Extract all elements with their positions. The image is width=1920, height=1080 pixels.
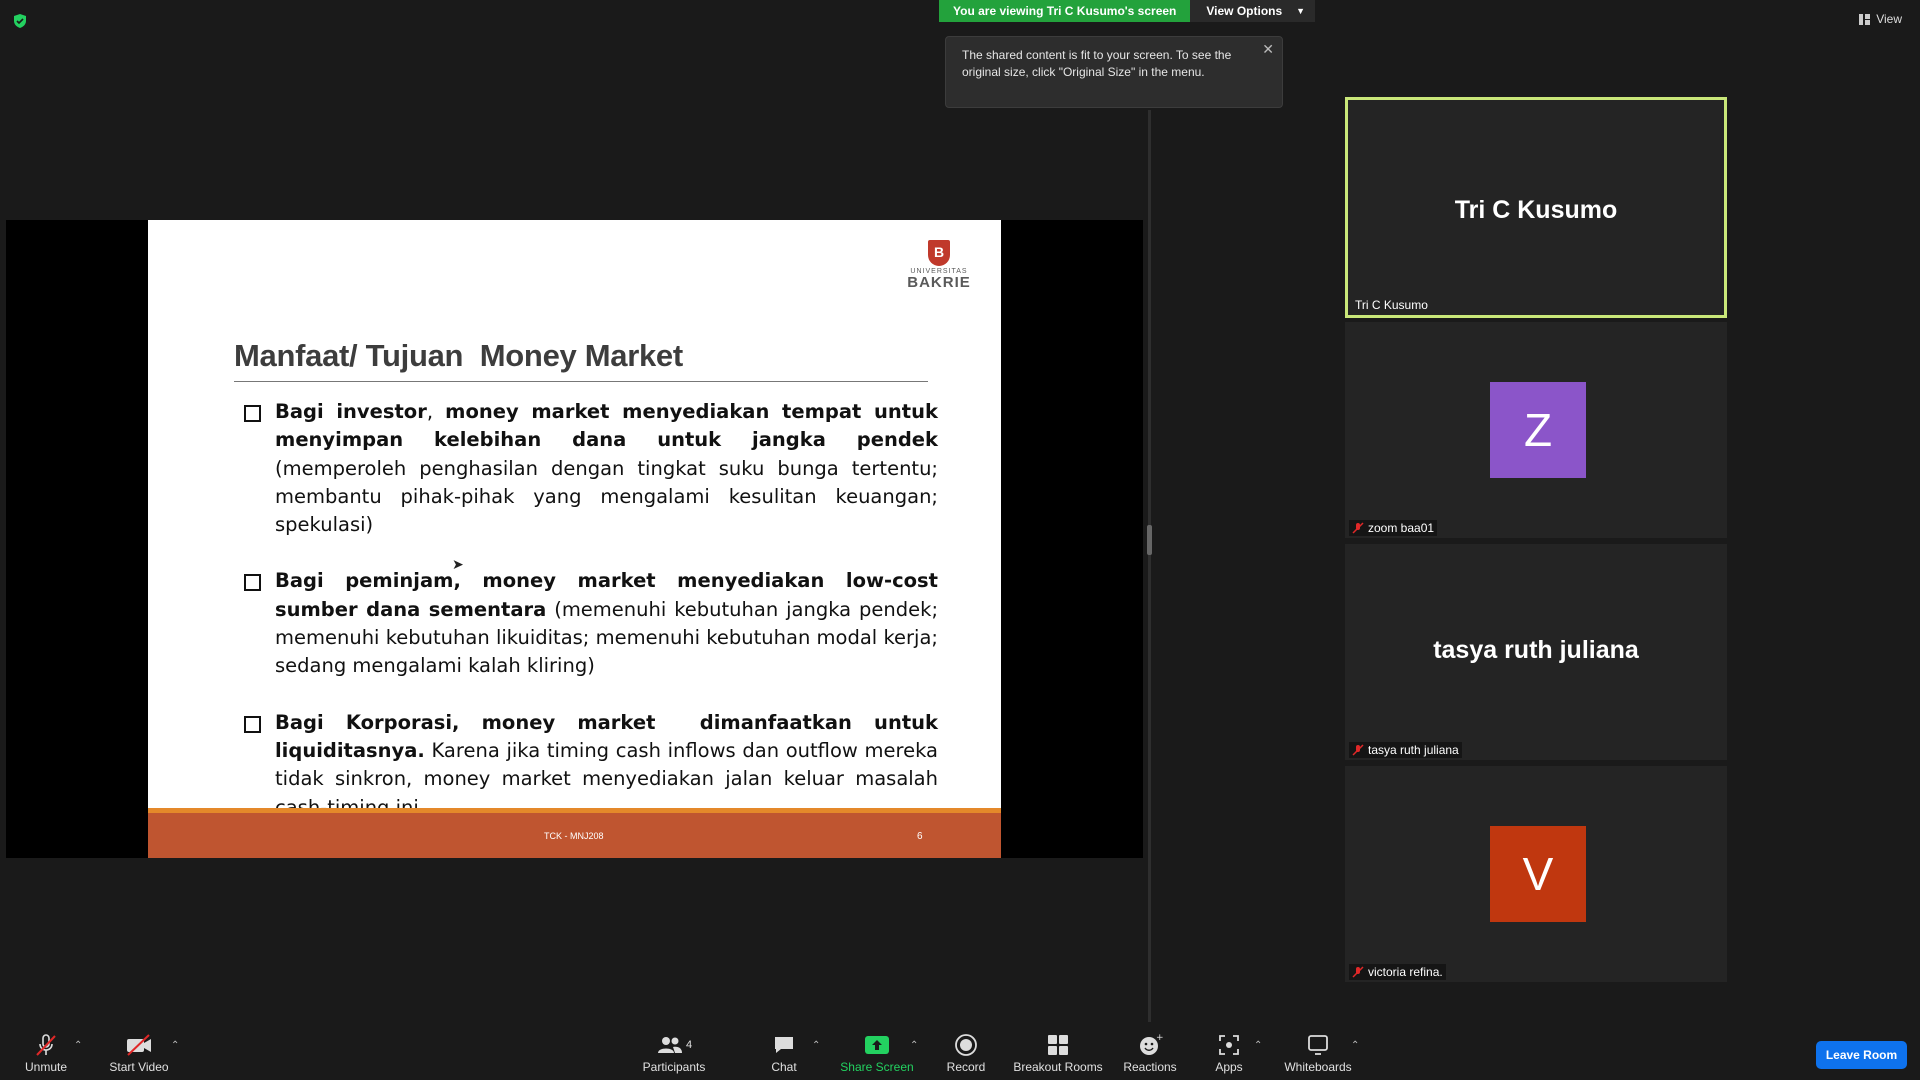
participants-button[interactable]: 4 Participants — [640, 1032, 708, 1074]
slide-page-number: 6 — [917, 831, 923, 842]
security-shield-icon[interactable] — [12, 13, 28, 29]
bullet-text: Bagi investor, money market menyediakan … — [275, 400, 938, 537]
reactions-icon: + — [1140, 1033, 1163, 1055]
apps-options-caret-icon[interactable]: ⌃ — [1254, 1040, 1262, 1051]
view-grid-icon — [1859, 13, 1871, 25]
mic-muted-icon — [1352, 966, 1364, 978]
bullet-item: Bagi Korporasi, money market dimanfaatka… — [244, 709, 938, 822]
participant-tile[interactable]: V victoria refina. — [1345, 766, 1727, 982]
mouse-cursor-icon: ➤ — [452, 556, 464, 572]
bullet-text: Bagi peminjam, money market menyediakan … — [275, 569, 939, 678]
chat-button[interactable]: Chat — [766, 1032, 802, 1074]
apps-label: Apps — [1215, 1060, 1243, 1074]
breakout-rooms-button[interactable]: Breakout Rooms — [1012, 1032, 1104, 1074]
video-options-caret-icon[interactable]: ⌃ — [171, 1040, 179, 1051]
apps-icon — [1219, 1035, 1239, 1055]
bullet-text: Bagi Korporasi, money market dimanfaatka… — [275, 710, 945, 819]
resize-handle[interactable] — [1147, 525, 1152, 555]
share-options-caret-icon[interactable]: ⌃ — [910, 1040, 918, 1051]
svg-text:+: + — [1156, 1033, 1163, 1043]
participant-name-label: victoria refina. — [1349, 964, 1446, 980]
university-crest-icon — [928, 240, 950, 266]
chat-icon — [775, 1037, 793, 1053]
leave-room-button[interactable]: Leave Room — [1816, 1041, 1907, 1069]
view-label: View — [1876, 12, 1902, 26]
participant-name-label: zoom baa01 — [1349, 520, 1438, 536]
course-code: TCK - MNJ208 — [544, 831, 604, 841]
presentation-slide: UNIVERSITAS BAKRIE Manfaat/ Tujuan Money… — [148, 220, 1001, 858]
apps-button[interactable]: Apps — [1211, 1032, 1247, 1074]
start-video-label: Start Video — [109, 1060, 169, 1074]
participant-tile[interactable]: Z zoom baa01 — [1345, 322, 1727, 538]
record-icon — [955, 1034, 977, 1056]
share-screen-label: Share Screen — [840, 1060, 914, 1074]
share-screen-button[interactable]: Share Screen — [840, 1032, 914, 1074]
participant-tile[interactable]: tasya ruth juliana tasya ruth juliana — [1345, 544, 1727, 760]
viewing-banner: You are viewing Tri C Kusumo's screen Vi… — [939, 0, 1316, 22]
chat-options-caret-icon[interactable]: ⌃ — [812, 1040, 820, 1051]
mic-muted-icon — [1352, 522, 1364, 534]
unmute-button[interactable]: Unmute — [18, 1032, 74, 1074]
mic-muted-icon — [36, 1034, 56, 1056]
participant-name-label: tasya ruth juliana — [1349, 742, 1462, 758]
logo-name-text: BAKRIE — [907, 274, 971, 291]
participant-name-label: Tri C Kusumo — [1355, 298, 1428, 312]
record-button[interactable]: Record — [944, 1032, 988, 1074]
mic-muted-icon — [1352, 744, 1364, 756]
participants-icon — [657, 1037, 682, 1053]
fit-screen-tooltip: The shared content is fit to your screen… — [945, 36, 1283, 108]
checkbox-bullet-icon — [244, 574, 261, 592]
university-logo: UNIVERSITAS BAKRIE — [905, 240, 973, 290]
chevron-down-icon: ▼ — [1296, 6, 1306, 16]
participant-tile[interactable]: Tri C Kusumo Tri C Kusumo — [1345, 97, 1727, 318]
participants-count: 4 — [685, 1039, 693, 1051]
checkbox-bullet-icon — [244, 405, 261, 422]
checkbox-bullet-icon — [244, 715, 261, 733]
record-label: Record — [946, 1060, 986, 1074]
whiteboard-icon — [1308, 1035, 1328, 1055]
title-rule — [234, 381, 928, 382]
panel-divider — [1148, 110, 1151, 1025]
bullet-item: Bagi investor, money market menyediakan … — [244, 398, 938, 539]
avatar: V — [1490, 826, 1586, 922]
meeting-toolbar: Unmute ⌃ Start Video ⌃ 4 Participants Ch… — [0, 1022, 1920, 1080]
whiteboards-button[interactable]: Whiteboards — [1282, 1032, 1354, 1074]
tooltip-text: The shared content is fit to your screen… — [962, 48, 1232, 79]
bullet-item: Bagi peminjam, money market menyediakan … — [244, 567, 938, 680]
view-options-label: View Options — [1206, 4, 1283, 18]
unmute-label: Unmute — [24, 1060, 68, 1074]
participants-label: Participants — [642, 1060, 706, 1074]
whiteboards-options-caret-icon[interactable]: ⌃ — [1351, 1040, 1359, 1051]
chat-label: Chat — [771, 1060, 797, 1074]
view-options-button[interactable]: View Options ▼ — [1190, 0, 1316, 22]
reactions-label: Reactions — [1123, 1060, 1177, 1074]
close-icon[interactable]: ✕ — [1262, 41, 1274, 58]
start-video-button[interactable]: Start Video — [103, 1032, 175, 1074]
reactions-button[interactable]: + Reactions — [1122, 1032, 1178, 1074]
participant-display-name: Tri C Kusumo — [1454, 196, 1618, 224]
slide-footer: TCK - MNJ208 6 — [148, 813, 1001, 858]
view-button[interactable]: View — [1859, 12, 1902, 26]
avatar: Z — [1490, 382, 1586, 478]
slide-title: Manfaat/ Tujuan Money Market — [234, 338, 683, 373]
unmute-options-caret-icon[interactable]: ⌃ — [74, 1040, 82, 1051]
slide-bullets: Bagi investor, money market menyediakan … — [244, 398, 938, 850]
whiteboards-label: Whiteboards — [1284, 1060, 1352, 1074]
breakout-rooms-icon — [1048, 1035, 1068, 1055]
viewing-screen-text: You are viewing Tri C Kusumo's screen — [939, 0, 1191, 22]
participant-display-name: tasya ruth juliana — [1433, 636, 1639, 664]
video-off-icon — [127, 1034, 151, 1056]
breakout-rooms-label: Breakout Rooms — [1013, 1060, 1103, 1074]
share-screen-icon — [865, 1036, 889, 1054]
